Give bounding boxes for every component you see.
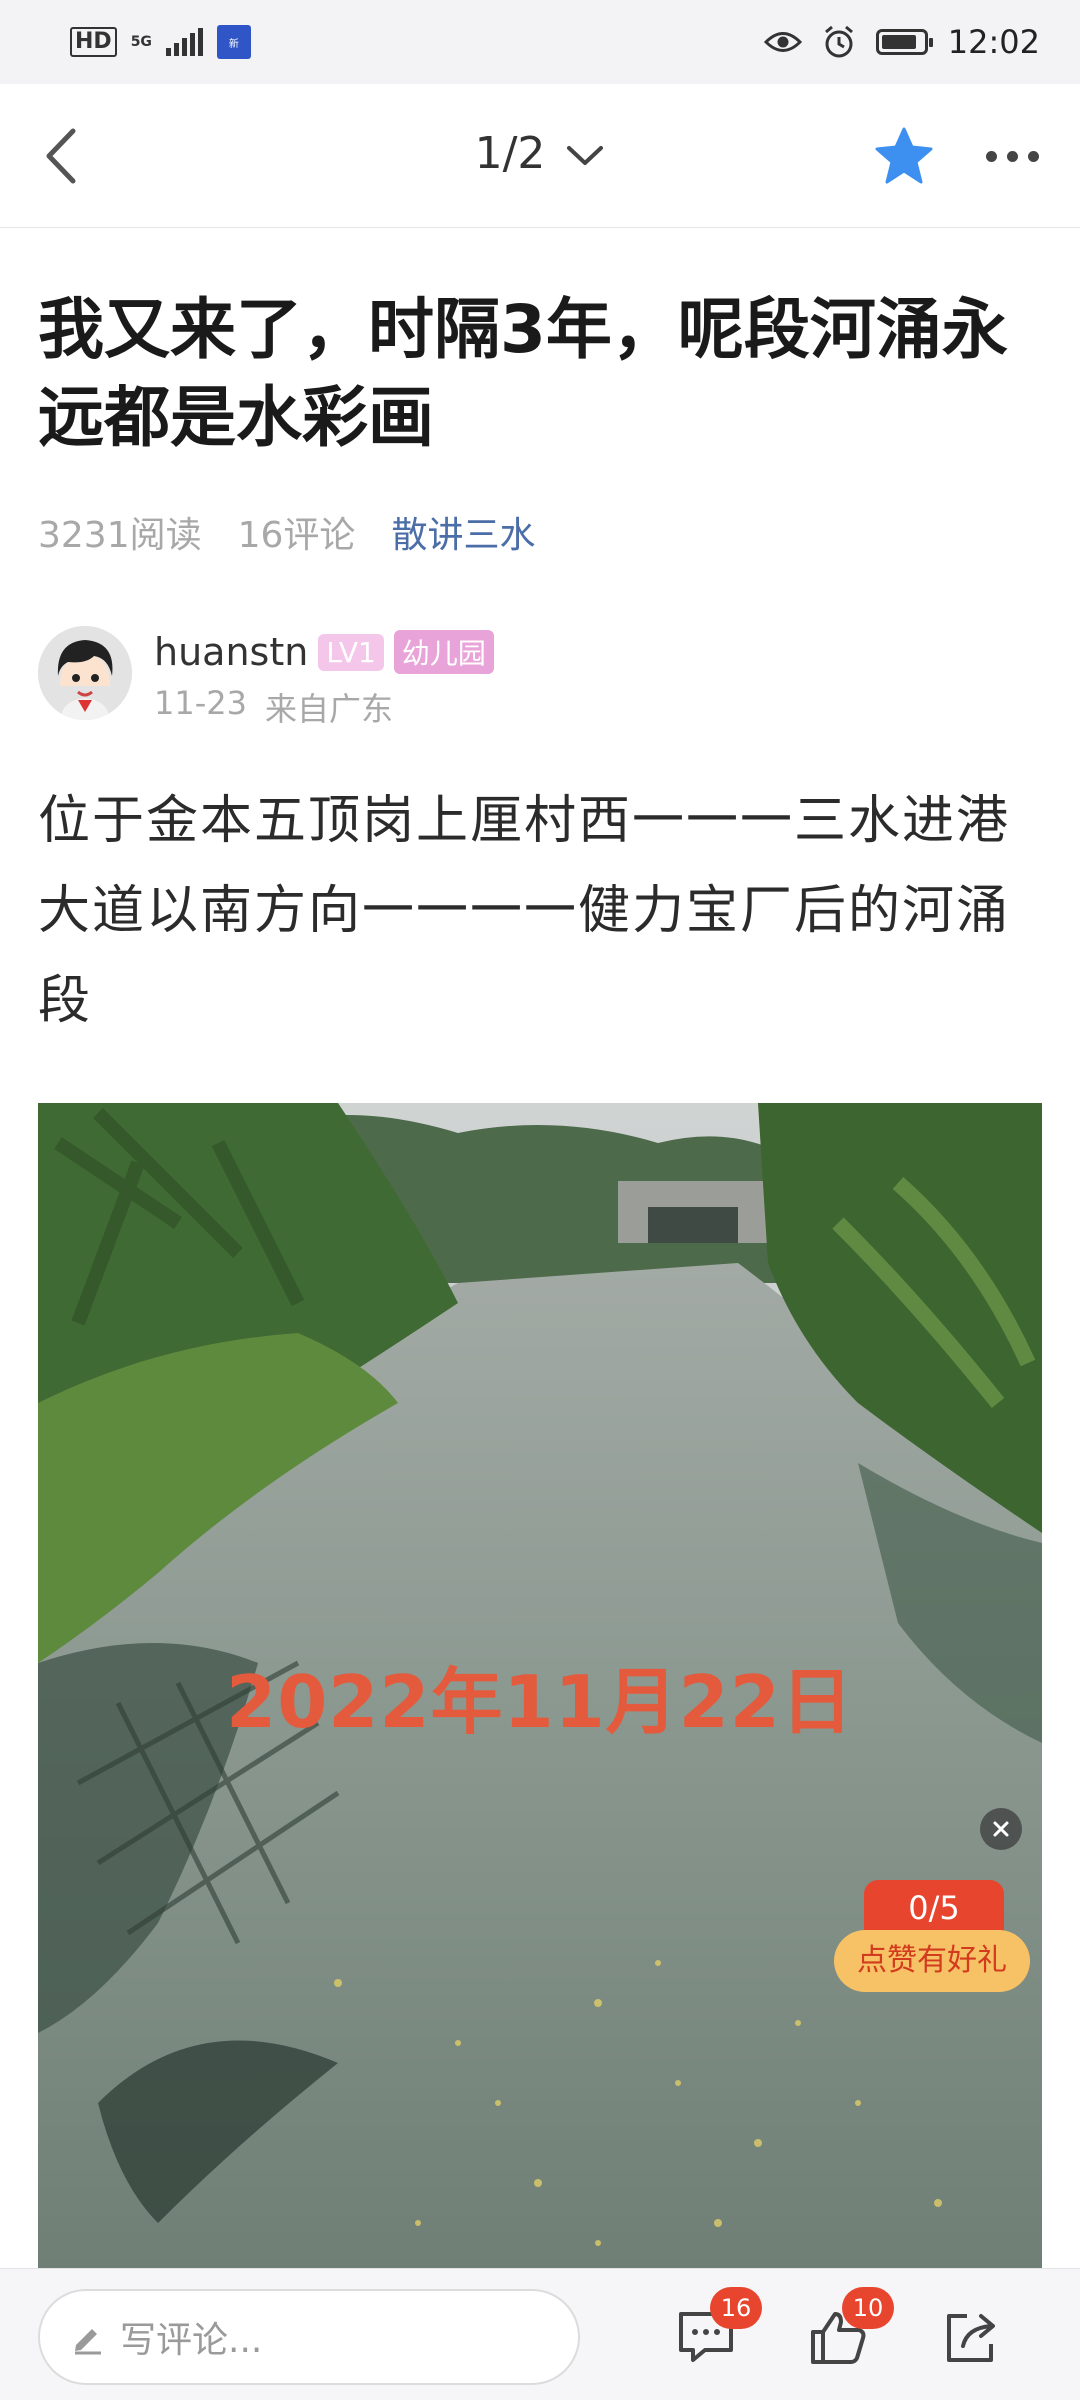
comment-count-label[interactable]: 16评论 xyxy=(238,506,356,558)
clock: 12:02 xyxy=(947,23,1040,61)
eye-icon xyxy=(763,32,802,52)
signal-icon xyxy=(165,28,203,56)
status-bar: HD 5G 新 12:02 xyxy=(0,0,1080,84)
share-icon xyxy=(947,2314,995,2362)
close-icon xyxy=(993,1821,1009,1837)
page-indicator-label: 1/2 xyxy=(474,128,546,179)
network-type: 5G xyxy=(131,35,152,49)
post-date: 11-23 xyxy=(154,684,247,722)
comments-button[interactable]: 16 xyxy=(666,2287,762,2377)
read-count: 3231阅读 xyxy=(38,515,202,556)
author-row: huanstn LV1 幼儿园 11-23 来自广东 xyxy=(38,626,1038,728)
share-button[interactable] xyxy=(932,2297,1012,2377)
avatar[interactable] xyxy=(38,626,132,720)
status-left: HD 5G 新 xyxy=(70,25,251,59)
top-nav: 1/2 xyxy=(0,84,1080,228)
photo-caption: 2022年11月22日 xyxy=(226,1660,854,1744)
comment-input[interactable]: 写评论... xyxy=(38,2289,580,2385)
notification-app-icon: 新 xyxy=(216,25,251,59)
like-promo[interactable]: 0/5 点赞有好礼 xyxy=(834,1880,1030,1996)
more-icon[interactable] xyxy=(972,134,1052,178)
author-subline: 11-23 来自广东 xyxy=(154,684,393,730)
author-name[interactable]: huanstn xyxy=(154,630,308,674)
article-meta: 3231阅读 16评论 散讲三水 xyxy=(38,506,535,558)
battery-icon xyxy=(875,29,933,55)
favorite-button[interactable] xyxy=(872,124,936,188)
grade-badge: 幼儿园 xyxy=(393,630,494,674)
author-name-row: huanstn LV1 幼儿园 xyxy=(154,630,494,674)
article-photo[interactable]: 2022年11月22日 xyxy=(38,1103,1042,2268)
comment-count-badge: 16 xyxy=(710,2287,762,2329)
network-label: 5G xyxy=(130,34,152,50)
pencil-icon xyxy=(75,2329,101,2355)
alarm-icon xyxy=(824,25,853,58)
comment-placeholder: 写评论... xyxy=(120,2320,263,2361)
like-count-badge: 10 xyxy=(842,2287,894,2329)
like-button[interactable]: 10 xyxy=(798,2287,894,2377)
promo-label: 点赞有好礼 xyxy=(834,1930,1030,1992)
close-promo-button[interactable] xyxy=(980,1808,1022,1850)
section-tag[interactable]: 散讲三水 xyxy=(391,506,535,558)
article-title: 我又来了，时隔3年，呢段河涌永远都是水彩画 xyxy=(38,291,1008,456)
status-right: 12:02 xyxy=(763,23,1040,61)
post-location: 来自广东 xyxy=(264,690,393,728)
level-badge: LV1 xyxy=(318,633,384,671)
article-body: 位于金本五顶岗上厘村西一一一三水进港大道以南方向一一一一健力宝厂后的河涌段 xyxy=(38,791,1011,1031)
bottom-bar: 写评论... 16 10 xyxy=(0,2268,1080,2400)
chevron-down-icon xyxy=(567,146,604,165)
star-icon xyxy=(875,127,933,184)
hd-label: HD xyxy=(70,27,117,57)
